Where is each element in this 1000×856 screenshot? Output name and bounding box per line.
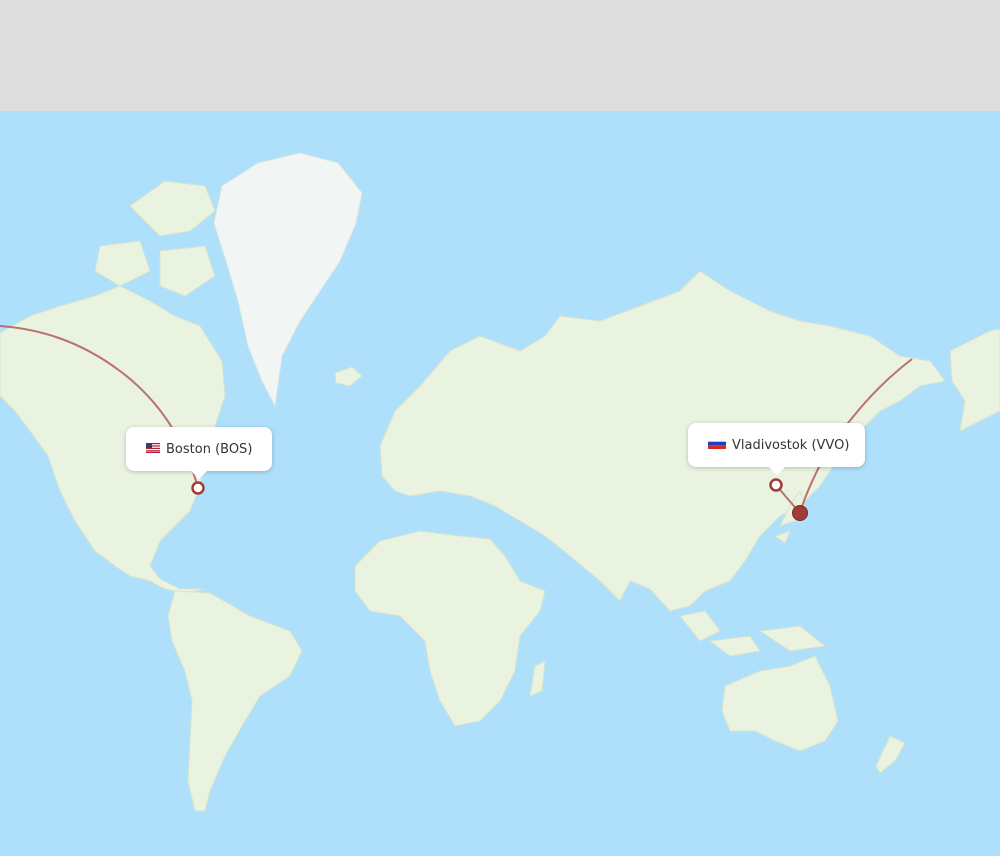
iceland (334, 366, 363, 387)
madagascar (529, 660, 546, 697)
origin-airport-label: Boston (BOS) (166, 441, 253, 457)
southeast-asia-islands (679, 610, 827, 657)
south-america-landmass (167, 590, 303, 812)
alaska-east (949, 328, 1000, 432)
us-flag-icon (146, 442, 160, 457)
australia-landmass (721, 655, 839, 752)
africa-landmass (354, 530, 546, 727)
destination-airport-label: Vladivostok (VVO) (732, 437, 850, 453)
new-zealand (875, 735, 906, 774)
greenland-landmass (213, 152, 363, 408)
destination-label-callout[interactable]: Vladivostok (VVO) (688, 423, 865, 475)
top-band (0, 0, 1000, 111)
world-map-canvas (0, 152, 1000, 812)
ru-flag-icon (708, 437, 726, 453)
destination-pin-icon[interactable] (768, 477, 784, 493)
origin-pin-icon[interactable] (190, 480, 206, 496)
arctic-islands (94, 180, 216, 297)
aircraft-position-marker[interactable] (792, 505, 808, 521)
origin-label-callout[interactable]: Boston (BOS) (126, 427, 272, 479)
world-map[interactable]: Boston (BOS) Vladivostok (VVO) (0, 111, 1000, 856)
